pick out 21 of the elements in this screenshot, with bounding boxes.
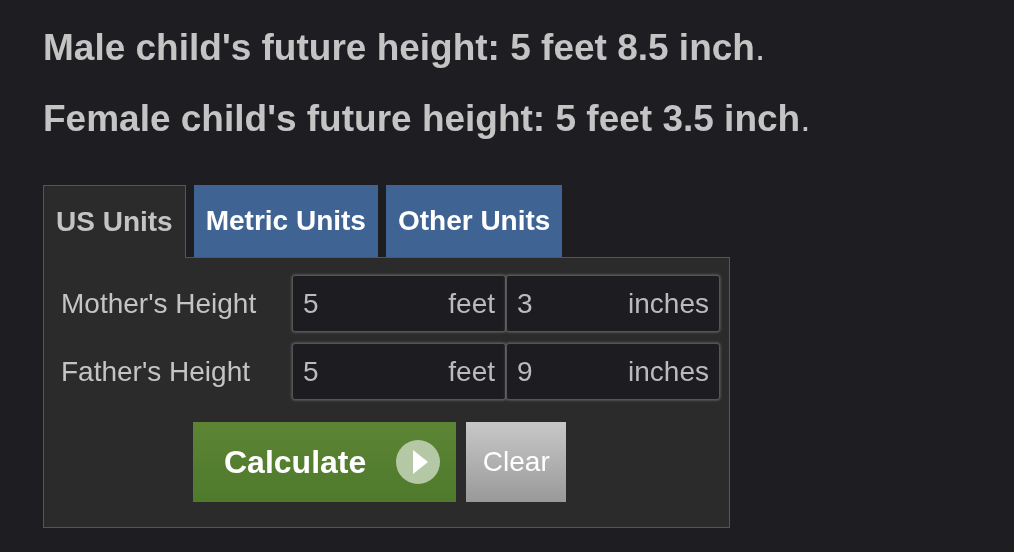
play-icon <box>396 440 441 484</box>
field-label: Mother's Height <box>61 287 258 320</box>
unit-tab[interactable]: Metric Units <box>193 185 378 257</box>
unit-label: inches <box>628 287 709 320</box>
field-label: Father's Height <box>61 355 251 388</box>
input-field[interactable]: 5 feet <box>292 343 506 400</box>
input-field[interactable]: 5 feet <box>292 275 506 332</box>
unit-tab[interactable]: US Units <box>43 185 186 258</box>
unit-label: feet <box>448 287 495 320</box>
value-input[interactable]: 3 <box>517 287 629 320</box>
result-text: Male child's future height: 5 feet 8.5 inch. <box>43 26 767 70</box>
value-input[interactable]: 5 <box>303 355 449 388</box>
result-text: Female child's future height: 5 feet 3.5 inch. <box>43 97 812 141</box>
value-input[interactable]: 9 <box>517 355 629 388</box>
input-field[interactable]: 9 inches <box>506 343 720 400</box>
value-input[interactable]: 5 <box>303 287 449 320</box>
unit-label: feet <box>448 355 495 388</box>
unit-tab[interactable]: Other Units <box>385 185 563 257</box>
calculate-button[interactable]: Calculate <box>193 422 457 502</box>
unit-label: inches <box>628 355 709 388</box>
input-field[interactable]: 3 inches <box>506 275 720 332</box>
